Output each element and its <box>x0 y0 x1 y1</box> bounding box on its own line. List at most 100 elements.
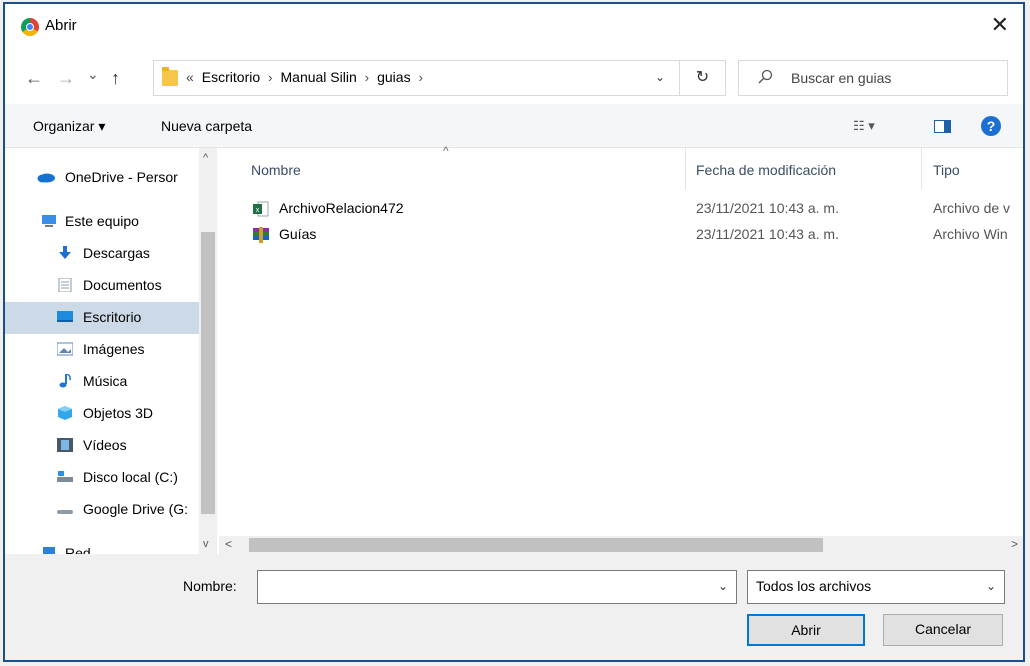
sidebar-item-label: Imágenes <box>83 341 145 357</box>
column-divider[interactable] <box>921 148 922 190</box>
open-file-dialog: Abrir ✕ ← → ⌄ ↑ « Escritorio › Manual Silin… <box>3 2 1025 662</box>
chevron-down-icon[interactable]: ⌄ <box>986 579 996 593</box>
objects3d-icon <box>58 406 72 420</box>
file-name: ArchivoRelacion472 <box>279 200 404 216</box>
scroll-left-icon[interactable]: < <box>225 537 232 551</box>
breadcrumb-separator-icon[interactable]: › <box>365 70 369 85</box>
search-icon <box>758 69 773 84</box>
search-input[interactable]: Buscar en guias <box>738 60 1008 96</box>
sidebar-item-label: Escritorio <box>83 309 142 325</box>
search-placeholder: Buscar en guias <box>791 70 892 86</box>
up-arrow-icon[interactable]: ↑ <box>111 68 120 89</box>
filetype-select[interactable]: Todos los archivos ⌄ <box>747 570 1005 604</box>
breadcrumb-guias[interactable]: guias <box>377 69 410 85</box>
forward-arrow-icon[interactable]: → <box>57 68 75 89</box>
filename-label: Nombre: <box>183 578 237 594</box>
scroll-down-icon[interactable]: v <box>203 538 209 550</box>
sidebar-item-label: Descargas <box>83 245 150 261</box>
cancel-button[interactable]: Cancelar <box>883 614 1003 646</box>
scroll-up-icon[interactable]: ^ <box>203 152 208 164</box>
sidebar-item-local-disk[interactable]: Disco local (C:) <box>5 462 199 494</box>
file-type: Archivo Win <box>933 226 1008 242</box>
scrollbar-thumb[interactable] <box>201 232 215 514</box>
breadcrumb-overflow[interactable]: « <box>186 69 194 85</box>
file-list: ^ Nombre Fecha de modificación Tipo x Ar… <box>219 144 1023 538</box>
sidebar-item-pictures[interactable]: Imágenes <box>5 334 199 366</box>
command-toolbar: Organizar ▾ Nueva carpeta ☷ ▾ ? <box>5 104 1023 148</box>
sidebar-item-documents[interactable]: Documentos <box>5 270 199 302</box>
documents-icon <box>58 278 72 292</box>
column-divider[interactable] <box>685 148 686 190</box>
address-bar[interactable]: « Escritorio › Manual Silin › guias › ⌄ <box>153 60 680 96</box>
sidebar-scrollbar[interactable]: ^ v <box>199 148 217 554</box>
sidebar-item-label: Documentos <box>83 277 162 293</box>
svg-text:x: x <box>256 207 260 214</box>
breadcrumb: « Escritorio › Manual Silin › guias › <box>186 69 431 85</box>
sidebar-item-label: Red <box>65 545 91 554</box>
videos-icon <box>57 438 73 452</box>
scroll-right-icon[interactable]: > <box>1011 537 1018 551</box>
desktop-icon <box>57 311 73 322</box>
sidebar-item-3d-objects[interactable]: Objetos 3D <box>5 398 199 430</box>
breadcrumb-separator-icon[interactable]: › <box>268 70 272 85</box>
sidebar-item-downloads[interactable]: Descargas <box>5 238 199 270</box>
navigation-bar: ← → ⌄ ↑ « Escritorio › Manual Silin › guias › … <box>5 50 1023 104</box>
folder-icon <box>162 67 178 86</box>
refresh-button[interactable]: ↻ <box>680 60 726 96</box>
file-type: Archivo de v <box>933 200 1011 216</box>
sidebar-item-this-pc[interactable]: Este equipo <box>5 206 199 238</box>
drive-icon <box>57 510 73 514</box>
title-bar: Abrir ✕ <box>5 4 1023 50</box>
sidebar-item-label: Disco local (C:) <box>83 469 178 485</box>
sidebar-item-music[interactable]: Música <box>5 366 199 398</box>
music-icon <box>59 374 71 388</box>
table-row[interactable]: Guías 23/11/2021 10:43 a. m. Archivo Win <box>219 222 1023 248</box>
organize-button[interactable]: Organizar ▾ <box>33 118 105 135</box>
download-icon <box>59 246 71 259</box>
scrollbar-thumb[interactable] <box>249 538 823 552</box>
help-icon[interactable]: ? <box>981 116 1001 136</box>
sort-ascending-icon: ^ <box>443 144 449 158</box>
sidebar-item-desktop[interactable]: Escritorio <box>5 302 199 334</box>
sidebar-item-label: Google Drive (G: <box>83 501 189 517</box>
column-header-date[interactable]: Fecha de modificación <box>696 162 836 178</box>
sidebar-item-label: OneDrive - Persor <box>65 169 178 185</box>
computer-icon <box>42 215 56 227</box>
file-list-horizontal-scrollbar[interactable]: < > <box>219 536 1023 554</box>
column-header-name[interactable]: Nombre <box>251 162 301 178</box>
drive-icon <box>57 471 73 482</box>
sidebar-item-label: Este equipo <box>65 213 139 229</box>
filetype-value: Todos los archivos <box>756 578 872 594</box>
open-button[interactable]: Abrir <box>747 614 865 646</box>
dialog-footer: Nombre: ⌄ Todos los archivos ⌄ Abrir Can… <box>5 554 1023 660</box>
sidebar-item-network[interactable]: Red <box>5 538 199 554</box>
filename-input[interactable]: ⌄ <box>257 570 737 604</box>
navigation-pane: OneDrive - Persor Este equipo Descargas … <box>5 148 219 554</box>
file-date: 23/11/2021 10:43 a. m. <box>696 226 839 242</box>
onedrive-icon <box>37 173 55 183</box>
sidebar-item-onedrive[interactable]: OneDrive - Persor <box>5 162 199 194</box>
breadcrumb-escritorio[interactable]: Escritorio <box>202 69 260 85</box>
chevron-down-icon[interactable]: ⌄ <box>718 579 728 593</box>
recent-locations-icon[interactable]: ⌄ <box>87 66 99 83</box>
table-row[interactable]: x ArchivoRelacion472 23/11/2021 10:43 a.… <box>219 196 1023 222</box>
change-view-button[interactable]: ☷ ▾ <box>853 118 875 134</box>
sidebar-item-label: Música <box>83 373 128 389</box>
winrar-icon <box>253 227 269 243</box>
sidebar-item-google-drive[interactable]: Google Drive (G: <box>5 494 199 526</box>
excel-csv-icon: x <box>253 201 269 217</box>
pictures-icon <box>57 342 73 356</box>
close-icon[interactable]: ✕ <box>991 12 1009 38</box>
back-arrow-icon[interactable]: ← <box>25 68 43 89</box>
preview-pane-icon[interactable] <box>934 120 951 133</box>
chrome-icon <box>21 18 39 36</box>
breadcrumb-separator-icon[interactable]: › <box>419 70 423 85</box>
network-icon <box>43 547 55 554</box>
file-date: 23/11/2021 10:43 a. m. <box>696 200 839 216</box>
sidebar-item-videos[interactable]: Vídeos <box>5 430 199 462</box>
new-folder-button[interactable]: Nueva carpeta <box>161 118 252 134</box>
sidebar-item-label: Vídeos <box>83 437 127 453</box>
chevron-down-icon[interactable]: ⌄ <box>655 70 665 84</box>
breadcrumb-manual-silin[interactable]: Manual Silin <box>281 69 357 85</box>
column-header-type[interactable]: Tipo <box>933 162 960 178</box>
